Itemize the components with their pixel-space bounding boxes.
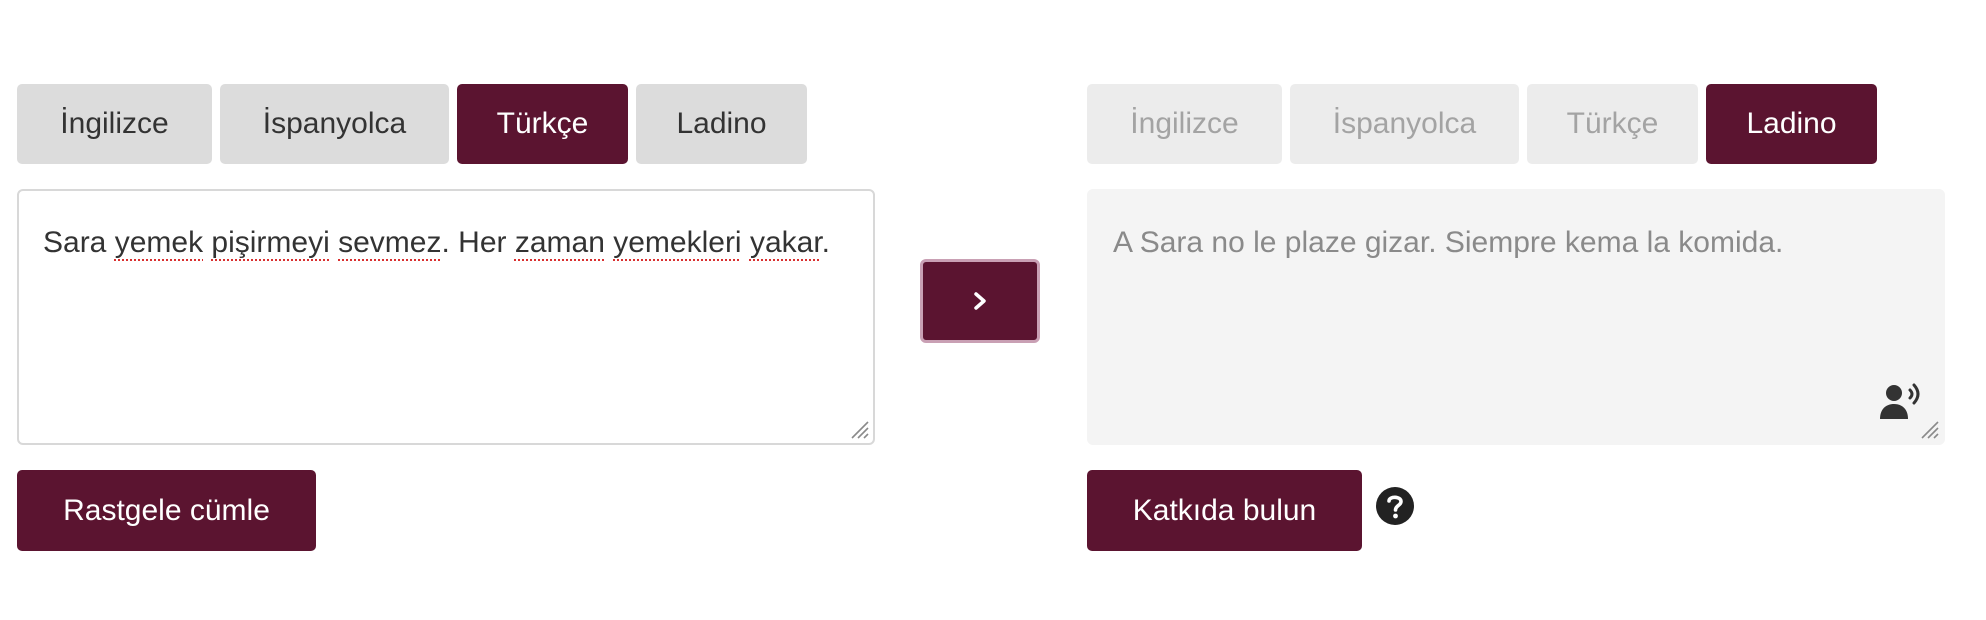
contribute-button[interactable]: Katkıda bulun: [1087, 470, 1362, 551]
question-circle-icon[interactable]: [1375, 486, 1415, 526]
source-word-misspelled: zaman: [514, 226, 605, 259]
random-sentence-button[interactable]: Rastgele cümle: [17, 470, 316, 551]
source-text-input[interactable]: Sara yemek pişirmeyi sevmez. Her zaman y…: [17, 189, 875, 445]
translator-app: İngilizce İspanyolca Türkçe Ladino İngil…: [0, 0, 1986, 620]
source-word-misspelled: pişirmeyi: [211, 226, 330, 259]
source-space: [330, 226, 338, 259]
source-word-misspelled: yakar: [749, 226, 822, 259]
source-word-misspelled: sevmez: [338, 226, 442, 259]
source-space: [605, 226, 613, 259]
target-text-output[interactable]: A Sara no le plaze gizar. Siempre kema l…: [1087, 189, 1945, 445]
target-language-tabs: İngilizce İspanyolca Türkçe Ladino: [1087, 84, 1877, 164]
source-lang-turkish[interactable]: Türkçe: [457, 84, 628, 164]
speaker-person-icon[interactable]: [1879, 381, 1925, 421]
source-word-misspelled: yemek: [114, 226, 204, 259]
source-word: Sara: [43, 226, 107, 259]
source-word-misspelled: yemekleri: [613, 226, 742, 259]
source-punct: . Her: [441, 226, 515, 259]
resize-grip-icon[interactable]: [848, 418, 870, 440]
target-lang-spanish[interactable]: İspanyolca: [1290, 84, 1519, 164]
source-space: [106, 226, 114, 259]
target-text: A Sara no le plaze gizar. Siempre kema l…: [1113, 226, 1784, 259]
target-lang-english[interactable]: İngilizce: [1087, 84, 1282, 164]
source-space: [742, 226, 750, 259]
translate-button[interactable]: [920, 259, 1040, 343]
source-lang-spanish[interactable]: İspanyolca: [220, 84, 449, 164]
source-punct: .: [821, 226, 831, 259]
chevron-right-icon: [974, 292, 986, 310]
resize-grip-icon[interactable]: [1918, 418, 1940, 440]
source-lang-english[interactable]: İngilizce: [17, 84, 212, 164]
target-lang-ladino[interactable]: Ladino: [1706, 84, 1877, 164]
target-lang-turkish[interactable]: Türkçe: [1527, 84, 1698, 164]
source-lang-ladino[interactable]: Ladino: [636, 84, 807, 164]
source-language-tabs: İngilizce İspanyolca Türkçe Ladino: [17, 84, 807, 164]
